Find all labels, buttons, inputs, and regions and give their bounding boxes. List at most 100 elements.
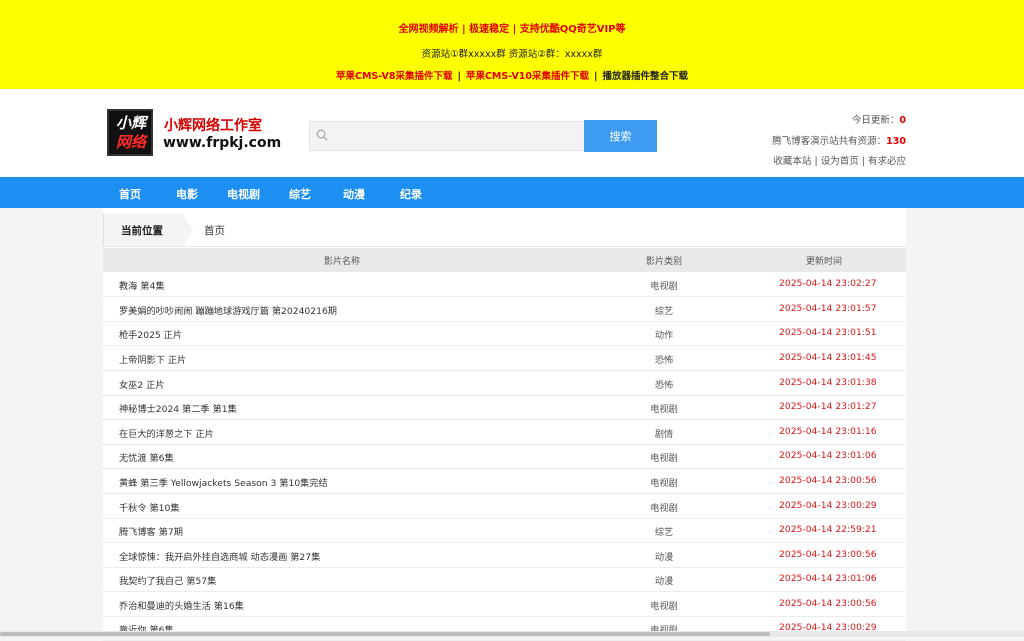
brand-url: www.frpkj.com (163, 135, 282, 151)
table-row[interactable]: 靠近你 第6集电视剧2025-04-14 23:00:29 (103, 616, 906, 641)
video-title-link[interactable]: 全球惊悚：我开启外挂自选商城 动态漫画 第27集 (119, 549, 320, 563)
breadcrumb-current[interactable]: 首页 (204, 223, 225, 238)
update-time: 2025-04-14 23:00:56 (779, 598, 877, 609)
site-logo[interactable]: 小辉 网络 (107, 109, 153, 156)
video-category: 恐怖 (654, 355, 674, 366)
video-title-link[interactable]: 我契约了我自己 第57集 (119, 573, 216, 587)
table-row[interactable]: 腾飞博客 第7期 综艺 2025-04-14 22:59:21 (103, 518, 906, 543)
table-row[interactable]: 无忧渡 第6集 电视剧 2025-04-14 23:01:06 (103, 444, 906, 469)
breadcrumb: 当前位置 首页 (103, 214, 906, 247)
cms-v10-plugin-link[interactable]: 苹果CMS-V10采集插件下载 (466, 71, 589, 82)
search-input[interactable] (309, 121, 585, 151)
banner-groups: 资源站①群xxxxx群 资源站②群：xxxxx群 (421, 49, 603, 60)
table-row[interactable]: 上帝阴影下 正片 恐怖 2025-04-14 23:01:45 (103, 346, 906, 371)
breadcrumb-label: 当前位置 (121, 225, 163, 237)
nav-item-anime[interactable]: 动漫 (343, 186, 365, 202)
video-category: 剧情 (654, 429, 674, 440)
logo-text-top: 小辉 (115, 114, 146, 132)
update-time: 2025-04-14 23:01:06 (779, 573, 877, 584)
promo-banner: 全网视频解析 | 极速稳定 | 支持优酷QQ奇艺VIP等 资源站①群xxxxx群… (0, 0, 1024, 89)
bookmark-link[interactable]: 收藏本站 (773, 156, 811, 167)
table-row[interactable]: 枪手2025 正片 动作 2025-04-14 23:01:51 (103, 321, 906, 346)
video-category: 综艺 (654, 527, 674, 538)
table-row[interactable]: 在巨大的洋葱之下 正片 剧情 2025-04-14 23:01:16 (103, 420, 906, 445)
link-separator: | (814, 156, 818, 167)
table-header: 影片名称 影片类别 更新时间 (103, 248, 906, 272)
table-row[interactable]: 教海 第4集 电视剧 2025-04-14 23:02:27 (103, 272, 906, 297)
video-title-link[interactable]: 黄蜂 第三季 Yellowjackets Season 3 第10集完结 (119, 475, 328, 489)
update-time: 2025-04-14 23:01:57 (779, 303, 877, 314)
update-time: 2025-04-14 23:01:38 (779, 377, 877, 388)
nav-item-tv[interactable]: 电视剧 (227, 186, 260, 202)
update-time: 2025-04-14 23:00:56 (779, 475, 877, 486)
main-nav: 首页 电影 电视剧 综艺 动漫 纪录 (0, 177, 1024, 208)
video-category: 电视剧 (650, 503, 678, 514)
video-title-link[interactable]: 千秋令 第10集 (119, 500, 180, 514)
video-title-link[interactable]: 女巫2 正片 (119, 377, 165, 391)
update-time: 2025-04-14 23:01:16 (779, 426, 877, 437)
nav-item-home[interactable]: 首页 (119, 186, 141, 202)
video-title-link[interactable]: 教海 第4集 (119, 278, 165, 292)
video-title-link[interactable]: 罗美娟的吵吵闹闹 蹦蹦地球游戏厅篇 第20240216期 (119, 303, 337, 317)
banner-links: 苹果CMS-V8采集插件下载 | 苹果CMS-V10采集插件下载 | 播放器插件整合下载 (335, 71, 689, 82)
content-panel: 当前位置 首页 影片名称 影片类别 更新时间 教海 第4集 电视剧 2025-04-… (103, 208, 906, 641)
nav-item-variety[interactable]: 综艺 (289, 186, 311, 202)
table-row[interactable]: 黄蜂 第三季 Yellowjackets Season 3 第10集完结 电视剧 2… (103, 469, 906, 494)
table-row[interactable]: 全球惊悚：我开启外挂自选商城 动态漫画 第27集 动漫 2025-04-14 23:… (103, 543, 906, 568)
video-category: 动漫 (654, 552, 674, 563)
scrollbar-thumb[interactable] (0, 632, 770, 636)
update-time: 2025-04-14 22:59:21 (779, 524, 877, 535)
update-time: 2025-04-14 23:01:51 (779, 327, 877, 338)
cms-v8-plugin-link[interactable]: 苹果CMS-V8采集插件下载 (336, 71, 452, 82)
col-header-category: 影片类别 (646, 257, 683, 267)
col-header-title: 影片名称 (324, 257, 361, 267)
video-category: 动漫 (654, 576, 674, 587)
update-time: 2025-04-14 23:00:56 (779, 549, 877, 560)
table-row[interactable]: 罗美娟的吵吵闹闹 蹦蹦地球游戏厅篇 第20240216期 综艺 2025-04-14… (103, 297, 906, 322)
video-title-link[interactable]: 乔治和曼迪的头婚生活 第16集 (119, 598, 244, 612)
table-row[interactable]: 千秋令 第10集 电视剧 2025-04-14 23:00:29 (103, 494, 906, 519)
today-updates: 今日更新：0 (852, 112, 906, 126)
nav-item-movies[interactable]: 电影 (176, 186, 198, 202)
video-category: 电视剧 (650, 478, 678, 489)
table-row[interactable]: 乔治和曼迪的头婚生活 第16集 电视剧 2025-04-14 23:00:56 (103, 592, 906, 617)
table-row[interactable]: 我契约了我自己 第57集 动漫 2025-04-14 23:01:06 (103, 567, 906, 592)
update-time: 2025-04-14 23:02:27 (779, 278, 877, 289)
request-link[interactable]: 有求必应 (868, 156, 906, 167)
video-category: 电视剧 (650, 404, 678, 415)
search-button[interactable]: 搜索 (584, 120, 657, 152)
video-title-link[interactable]: 无忧渡 第6集 (119, 450, 174, 464)
video-category: 综艺 (654, 306, 674, 317)
today-updates-label: 今日更新： (851, 115, 900, 126)
video-category: 电视剧 (650, 453, 678, 464)
set-homepage-link[interactable]: 设为首页 (821, 156, 859, 167)
banner-headline: 全网视频解析 | 极速稳定 | 支持优酷QQ奇艺VIP等 (398, 24, 626, 35)
video-category: 电视剧 (650, 601, 678, 612)
video-title-link[interactable]: 在巨大的洋葱之下 正片 (119, 426, 214, 440)
search-icon (316, 129, 328, 141)
update-time: 2025-04-14 23:01:06 (779, 450, 877, 461)
video-title-link[interactable]: 上帝阴影下 正片 (119, 352, 186, 366)
video-title-link[interactable]: 神秘博士2024 第二季 第1集 (119, 401, 237, 415)
player-plugin-link[interactable]: 播放器插件整合下载 (603, 71, 689, 82)
video-title-link[interactable]: 腾飞博客 第7期 (119, 524, 183, 538)
nav-item-documentary[interactable]: 纪录 (400, 186, 422, 202)
video-category: 恐怖 (654, 380, 674, 391)
update-time: 2025-04-14 23:00:29 (779, 500, 877, 511)
total-resources-count: 130 (886, 136, 906, 147)
site-header: 小辉 网络 小辉网络工作室 www.frpkj.com 搜索 今日更新：0 腾飞… (0, 89, 1024, 177)
total-resources: 腾飞博客演示站共有资源：130 (772, 133, 906, 147)
total-resources-label: 腾飞博客演示站共有资源： (772, 136, 887, 147)
link-separator: | (861, 156, 865, 167)
col-header-time: 更新时间 (806, 257, 843, 267)
video-category: 动作 (654, 330, 674, 341)
breadcrumb-arrow-icon (183, 214, 193, 246)
brand-name: 小辉网络工作室 (164, 118, 262, 134)
table-row[interactable]: 女巫2 正片 恐怖 2025-04-14 23:01:38 (103, 371, 906, 396)
today-updates-count: 0 (899, 115, 906, 126)
video-title-link[interactable]: 枪手2025 正片 (119, 327, 182, 341)
quick-links: 收藏本站 | 设为首页 | 有求必应 (773, 153, 906, 167)
video-category: 电视剧 (650, 281, 678, 292)
table-row[interactable]: 神秘博士2024 第二季 第1集 电视剧 2025-04-14 23:01:27 (103, 395, 906, 420)
update-time: 2025-04-14 23:01:45 (779, 352, 877, 363)
